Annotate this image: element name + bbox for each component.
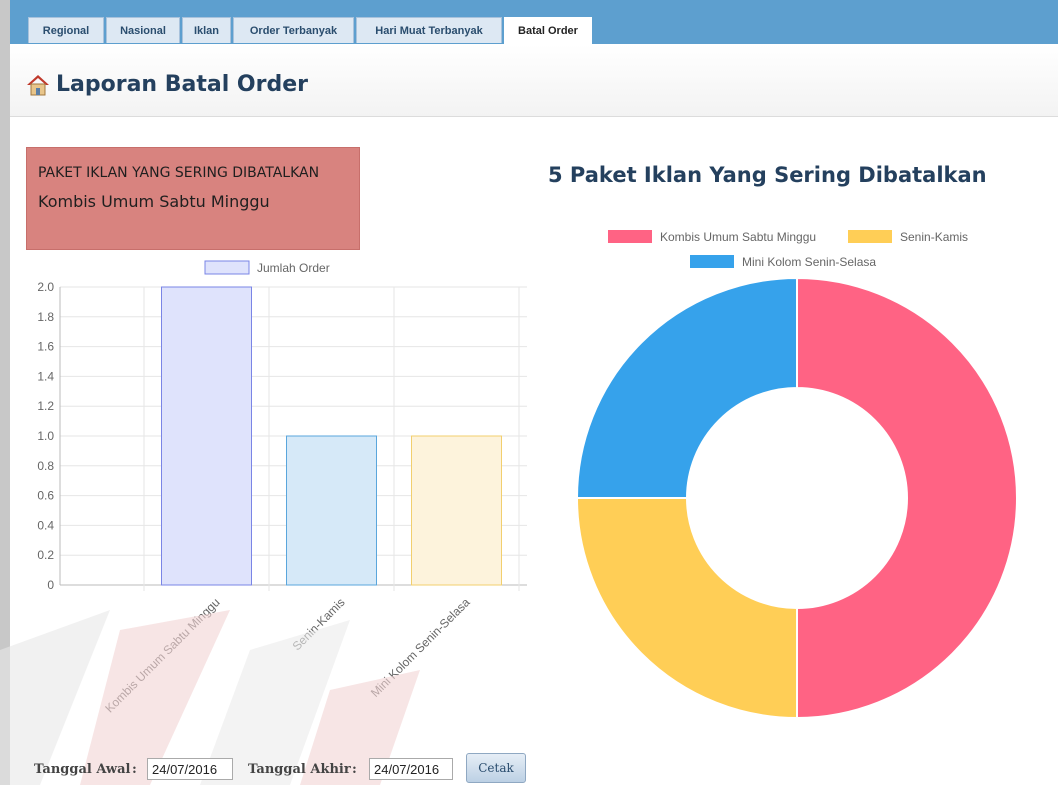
- start-date-colon: :: [132, 762, 137, 777]
- summary-caption: PAKET IKLAN YANG SERING DIBATALKAN: [38, 165, 320, 181]
- y-tick-label: 0.8: [37, 459, 54, 473]
- end-date-colon: :: [352, 762, 357, 777]
- legend-label: Mini Kolom Senin-Selasa: [742, 255, 876, 269]
- bar: [411, 435, 502, 586]
- print-button[interactable]: Cetak: [466, 753, 526, 783]
- legend-swatch: [608, 230, 652, 243]
- page-title: Laporan Batal Order: [56, 72, 308, 97]
- start-date-label: Tanggal Awal: [34, 762, 131, 777]
- legend-label: Senin-Kamis: [900, 230, 968, 244]
- y-tick-label: 1.0: [37, 429, 54, 443]
- start-date-input[interactable]: [147, 758, 233, 780]
- x-tick-label: Kombis Umum Sabtu Minggu: [102, 595, 222, 715]
- y-tick-label: 1.8: [37, 310, 54, 324]
- bar-chart: Jumlah Order 2.0 1.8 1.6 1.4 1.2 1.0 0.8 0.6 0.4 0…: [37, 260, 527, 715]
- y-tick-label: 0.4: [37, 518, 54, 532]
- donut-slice: [575, 497, 798, 720]
- bar: [286, 435, 377, 586]
- legend-label: Kombis Umum Sabtu Minggu: [660, 230, 816, 244]
- donut-chart: Kombis Umum Sabtu Minggu Senin-Kamis Mini …: [575, 230, 1018, 720]
- legend-swatch: [204, 260, 250, 275]
- y-tick-label: 1.4: [37, 369, 54, 383]
- y-tick-label: 1.2: [37, 399, 54, 413]
- summary-value: Kombis Umum Sabtu Minggu: [38, 192, 270, 211]
- y-tick-label: 0.2: [37, 548, 54, 562]
- donut-slice: [575, 276, 798, 499]
- bar: [161, 286, 252, 586]
- y-tick-label: 0: [47, 578, 54, 592]
- tab-hari-muat-terbanyak[interactable]: Hari Muat Terbanyak: [356, 17, 502, 43]
- y-tick-label: 0.6: [37, 489, 54, 503]
- legend-swatch: [690, 255, 734, 268]
- legend-swatch: [848, 230, 892, 243]
- end-date-label: Tanggal Akhir: [248, 762, 351, 777]
- donut-chart-title: 5 Paket Iklan Yang Sering Dibatalkan: [548, 163, 987, 187]
- x-tick-label: Senin-Kamis: [290, 595, 348, 653]
- donut-slice: [796, 276, 1018, 720]
- home-icon: [27, 75, 49, 96]
- end-date-input[interactable]: [369, 758, 453, 780]
- left-border: [0, 0, 10, 785]
- tab-bar: Regional Nasional Iklan Order Terbanyak …: [10, 0, 1058, 44]
- y-tick-label: 2.0: [37, 280, 54, 294]
- tab-order-terbanyak[interactable]: Order Terbanyak: [233, 17, 354, 43]
- y-tick-label: 1.6: [37, 340, 54, 354]
- tab-batal-order[interactable]: Batal Order: [504, 17, 592, 44]
- tab-nasional[interactable]: Nasional: [106, 17, 180, 43]
- tab-iklan[interactable]: Iklan: [182, 17, 231, 43]
- legend-label: Jumlah Order: [257, 261, 330, 275]
- tab-regional[interactable]: Regional: [28, 17, 104, 43]
- x-tick-label: Mini Kolom Senin-Selasa: [368, 595, 473, 700]
